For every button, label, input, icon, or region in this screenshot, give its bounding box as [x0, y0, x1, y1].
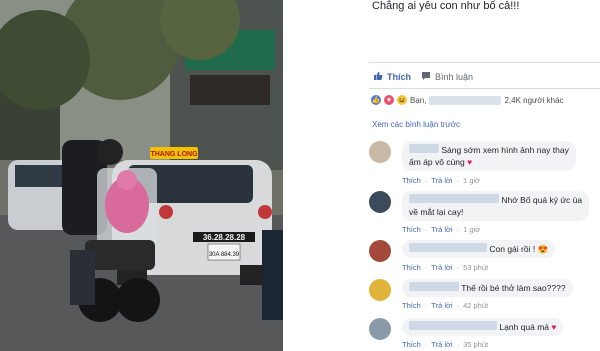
- taxi-phone-text: 36.28.28.28: [203, 233, 246, 242]
- post-actions: Thích Bình luận: [373, 70, 473, 84]
- divider: [369, 62, 600, 63]
- avatar[interactable]: [369, 318, 391, 340]
- comment-like-link[interactable]: Thích: [402, 263, 421, 272]
- heart-emoji-icon: ♥: [467, 157, 473, 167]
- comment-reply-link[interactable]: Trả lời: [431, 301, 452, 310]
- comment-text: Con gái rồi !: [489, 244, 536, 254]
- comment-reply-link[interactable]: Trả lời: [431, 340, 452, 349]
- comment-reply-link[interactable]: Trả lời: [431, 176, 452, 185]
- love-reaction-icon: ♥: [384, 95, 394, 105]
- comment-like-link[interactable]: Thích: [402, 340, 421, 349]
- comment-time: 53 phút: [463, 263, 489, 272]
- reactions-summary[interactable]: 👍 ♥ 😆 Bạn, 2,4K người khác: [371, 95, 564, 105]
- comment-meta: Thích · Trả lời · 1 giờ: [402, 225, 481, 234]
- comment-meta: Thích · Trả lời · 53 phút: [402, 263, 489, 272]
- divider: [369, 88, 600, 89]
- post-photo[interactable]: THANG LONG 36.28.28.28 30A 884.39: [0, 0, 283, 351]
- comment-reply-link[interactable]: Trả lời: [431, 225, 452, 234]
- comment-meta: Thích · Trả lời · 1 giờ: [402, 176, 481, 185]
- comment-like-link[interactable]: Thích: [402, 301, 421, 310]
- comment-label: Bình luận: [435, 72, 474, 82]
- avatar[interactable]: [369, 141, 391, 163]
- comment-like-link[interactable]: Thích: [402, 225, 421, 234]
- comment-button[interactable]: Bình luận: [421, 71, 473, 83]
- post-caption: Chẳng ai yêu con như bố cả!!!: [372, 0, 520, 12]
- comment-text: Thế rồi bé thở làm sao????: [461, 283, 566, 293]
- blurred-name[interactable]: [409, 194, 499, 203]
- comment-meta: Thích · Trả lời · 35 phút: [402, 340, 489, 349]
- blurred-name[interactable]: [409, 321, 497, 330]
- avatar[interactable]: [369, 191, 391, 213]
- comment-text: Lạnh quá má: [499, 322, 549, 332]
- comment-reply-link[interactable]: Trả lời: [431, 263, 452, 272]
- avatar[interactable]: [369, 240, 391, 262]
- reactions-prefix: Bạn,: [410, 95, 427, 105]
- comment-bubble: Con gái rồi ! 😍: [402, 240, 556, 258]
- like-label: Thích: [387, 72, 411, 82]
- like-reaction-icon: 👍: [371, 95, 381, 105]
- comment-meta: Thích · Trả lời · 42 phút: [402, 301, 489, 310]
- comment-time: 35 phút: [463, 340, 489, 349]
- comment-text: Sáng sớm xem hình ảnh nay thay: [441, 145, 569, 155]
- taxi-plate-text: 30A 884.39: [209, 252, 240, 258]
- haha-reaction-icon: 😆: [397, 95, 407, 105]
- avatar[interactable]: [369, 279, 391, 301]
- comment-bubble: Thế rồi bé thở làm sao????: [402, 279, 573, 297]
- comments-panel: Chẳng ai yêu con như bố cả!!! Thích Bình…: [359, 0, 600, 351]
- comment-like-link[interactable]: Thích: [402, 176, 421, 185]
- comment-bubble: Nhớ Bố quá ký ức ùa về mắt lại cay!: [402, 191, 590, 221]
- comment-text-line2: về mắt lại cay!: [409, 207, 464, 217]
- like-button[interactable]: Thích: [373, 71, 411, 83]
- comment-bubble: Sáng sớm xem hình ảnh nay thay ấm áp vô …: [402, 141, 576, 171]
- blurred-names: [429, 95, 502, 105]
- street-scene-image: THANG LONG 36.28.28.28 30A 884.39: [0, 0, 283, 351]
- panel-gap: [283, 0, 359, 351]
- comment-time: 1 giờ: [463, 176, 481, 185]
- heart-eyes-emoji-icon: 😍: [537, 244, 549, 254]
- heart-emoji-icon: ♥: [551, 322, 557, 332]
- taxi-sign-text: THANG LONG: [150, 151, 198, 158]
- blurred-name[interactable]: [409, 282, 459, 291]
- see-previous-comments-link[interactable]: Xem các bình luận trước: [372, 120, 460, 129]
- blurred-name[interactable]: [409, 144, 439, 153]
- reactions-count: 2,4K người khác: [504, 95, 564, 105]
- comment-icon: [421, 71, 431, 83]
- blurred-name[interactable]: [409, 243, 487, 252]
- comment-text: Nhớ Bố quá ký ức ùa: [501, 195, 583, 205]
- comment-bubble: Lạnh quá má ♥: [402, 318, 564, 336]
- comment-time: 42 phút: [463, 301, 489, 310]
- comment-text-line2: ấm áp vô cùng: [409, 157, 465, 167]
- comment-time: 1 giờ: [463, 225, 481, 234]
- thumbs-up-icon: [373, 71, 383, 83]
